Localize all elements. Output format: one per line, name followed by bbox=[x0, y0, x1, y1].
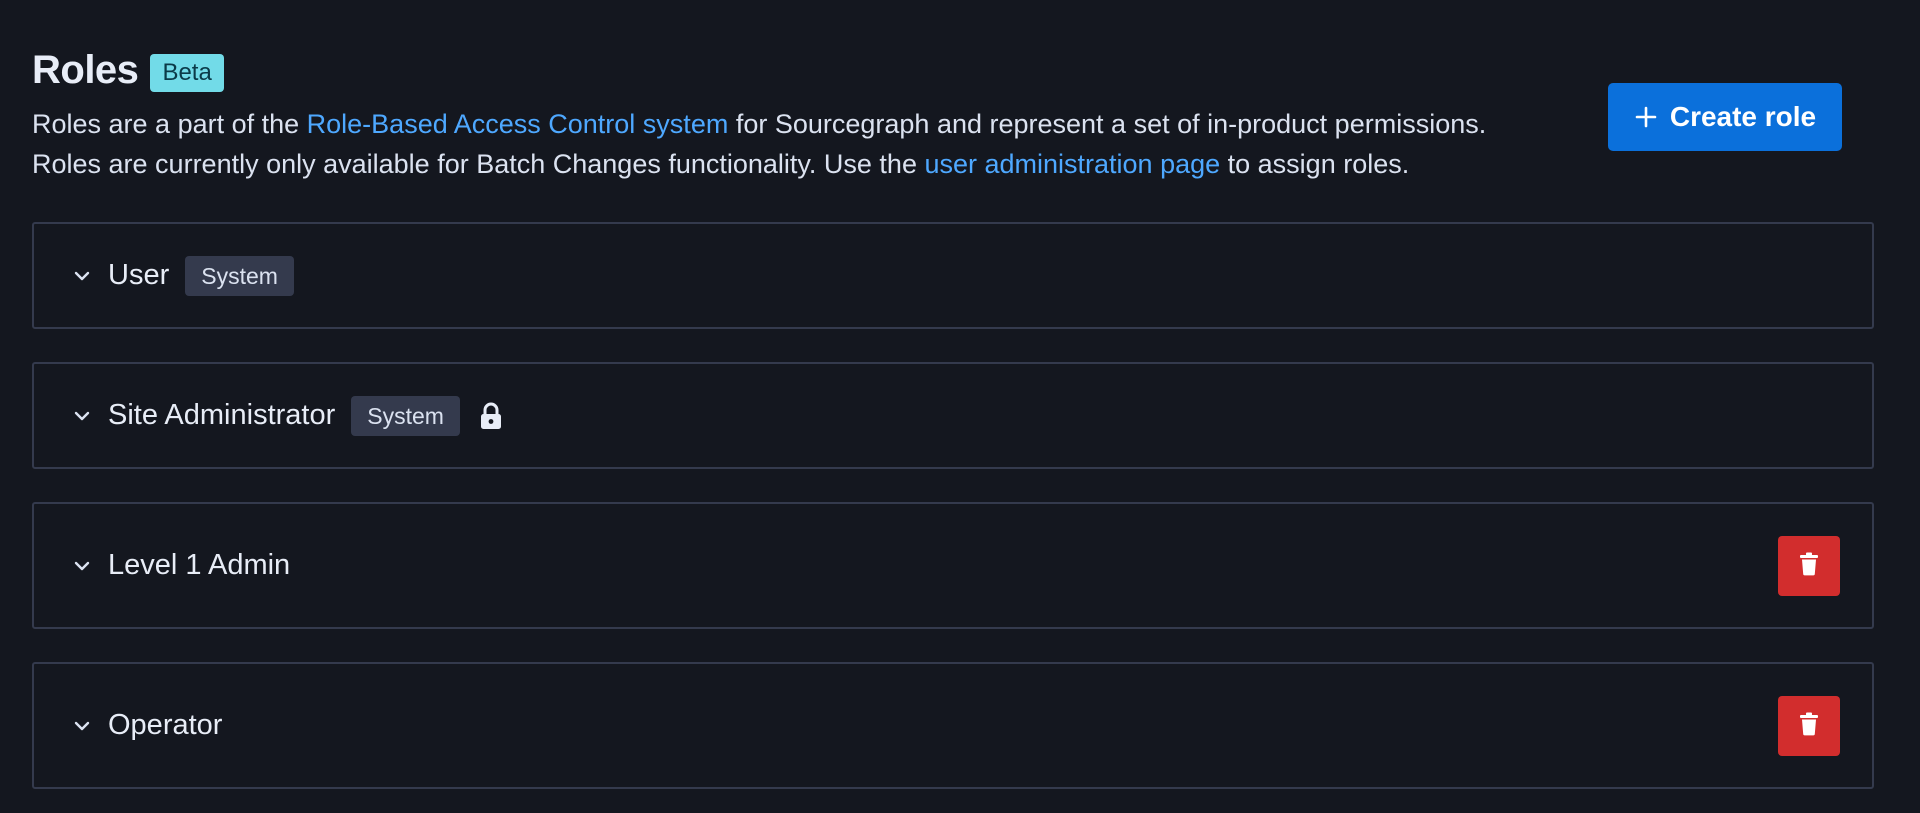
chevron-down-icon[interactable] bbox=[70, 404, 94, 428]
role-item-user[interactable]: User System bbox=[32, 222, 1874, 329]
delete-role-button[interactable] bbox=[1778, 535, 1840, 596]
page-title: Roles bbox=[32, 47, 139, 92]
rbac-link[interactable]: Role-Based Access Control system bbox=[307, 109, 729, 139]
page-header: Roles Beta Roles are a part of the Role-… bbox=[32, 0, 1888, 179]
description-text: Roles are a part of the bbox=[32, 109, 307, 139]
role-name: Site Administrator bbox=[108, 399, 336, 431]
description-text: to assign roles. bbox=[1220, 149, 1410, 179]
trash-icon bbox=[1799, 712, 1819, 739]
role-name: Level 1 Admin bbox=[108, 549, 291, 581]
chevron-down-icon[interactable] bbox=[70, 714, 94, 738]
lock-icon bbox=[478, 401, 504, 431]
role-item-site-administrator[interactable]: Site Administrator System bbox=[32, 362, 1874, 469]
description-text: for Sourcegraph and represent a set of i… bbox=[728, 109, 1487, 139]
trash-icon bbox=[1799, 552, 1819, 579]
delete-role-button[interactable] bbox=[1778, 695, 1840, 756]
system-badge: System bbox=[351, 395, 460, 436]
role-item-operator[interactable]: Operator bbox=[32, 662, 1874, 789]
description-text: Roles are currently only available for B… bbox=[32, 149, 925, 179]
create-role-label: Create role bbox=[1669, 101, 1817, 132]
role-name: User bbox=[108, 259, 170, 291]
role-name: Operator bbox=[108, 709, 223, 741]
create-role-button[interactable]: Create role bbox=[1608, 83, 1842, 151]
system-badge: System bbox=[185, 255, 294, 296]
role-list: User System Site Administrator System Le… bbox=[32, 222, 1874, 813]
roles-page: Roles Beta Roles are a part of the Role-… bbox=[0, 0, 1920, 813]
role-item-level-1-admin[interactable]: Level 1 Admin bbox=[32, 502, 1874, 629]
chevron-down-icon[interactable] bbox=[70, 554, 94, 578]
user-administration-link[interactable]: user administration page bbox=[924, 149, 1220, 179]
plus-icon bbox=[1634, 105, 1658, 129]
beta-badge: Beta bbox=[150, 54, 224, 92]
chevron-down-icon[interactable] bbox=[70, 264, 94, 288]
